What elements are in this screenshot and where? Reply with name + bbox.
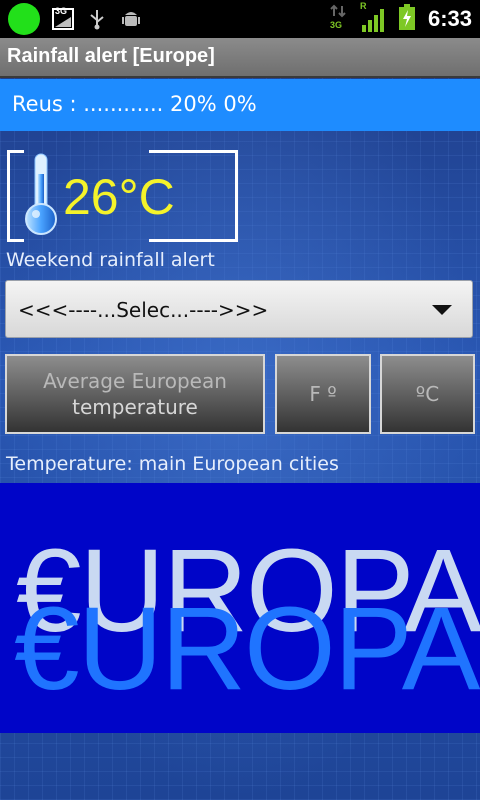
- frame-left-bracket: [7, 150, 24, 242]
- temperature-panel: 26°C: [7, 150, 239, 242]
- network-type-3g-label: 3G: [329, 20, 342, 30]
- app-title: Rainfall alert [Europe]: [7, 45, 215, 67]
- status-bar: 3G 3G R 6:33: [0, 0, 480, 38]
- signal-icon: R: [360, 1, 386, 33]
- average-european-temperature-button[interactable]: Average European temperature: [5, 354, 265, 434]
- dropdown-arrow-icon: [432, 305, 452, 315]
- android-debug-icon: [120, 8, 142, 30]
- roaming-label: R: [359, 1, 367, 11]
- cities-temperature-label: Temperature: main European cities: [6, 453, 339, 475]
- average-button-line2: temperature: [72, 395, 198, 419]
- fahrenheit-label: F º: [309, 382, 337, 406]
- temperature-value: 26°C: [63, 169, 175, 225]
- city-select[interactable]: <<<----...Selec...---->>>: [5, 280, 473, 338]
- europa-text-front: €UROPA: [14, 583, 480, 715]
- celsius-button[interactable]: ºC: [380, 354, 475, 434]
- battery-charging-icon: [398, 3, 416, 35]
- app-title-bar: Rainfall alert [Europe]: [0, 38, 480, 78]
- green-dot-icon: [8, 3, 40, 35]
- rain-info-text: Reus : ............ 20% 0%: [12, 92, 257, 116]
- celsius-label: ºC: [415, 382, 440, 406]
- clock: 6:33: [427, 6, 472, 31]
- rain-info-bar: Reus : ............ 20% 0%: [0, 79, 480, 131]
- select-value: <<<----...Selec...---->>>: [18, 298, 269, 322]
- average-button-line1: Average European: [43, 369, 227, 393]
- europa-banner[interactable]: €UROPA €UROPA: [0, 483, 480, 733]
- network-type-label: 3G: [55, 6, 68, 16]
- usb-icon: [86, 8, 108, 30]
- weekend-rainfall-label: Weekend rainfall alert: [6, 249, 215, 271]
- thermometer-icon: [23, 152, 59, 240]
- fahrenheit-button[interactable]: F º: [275, 354, 371, 434]
- data-transfer-icon: 3G: [328, 4, 348, 34]
